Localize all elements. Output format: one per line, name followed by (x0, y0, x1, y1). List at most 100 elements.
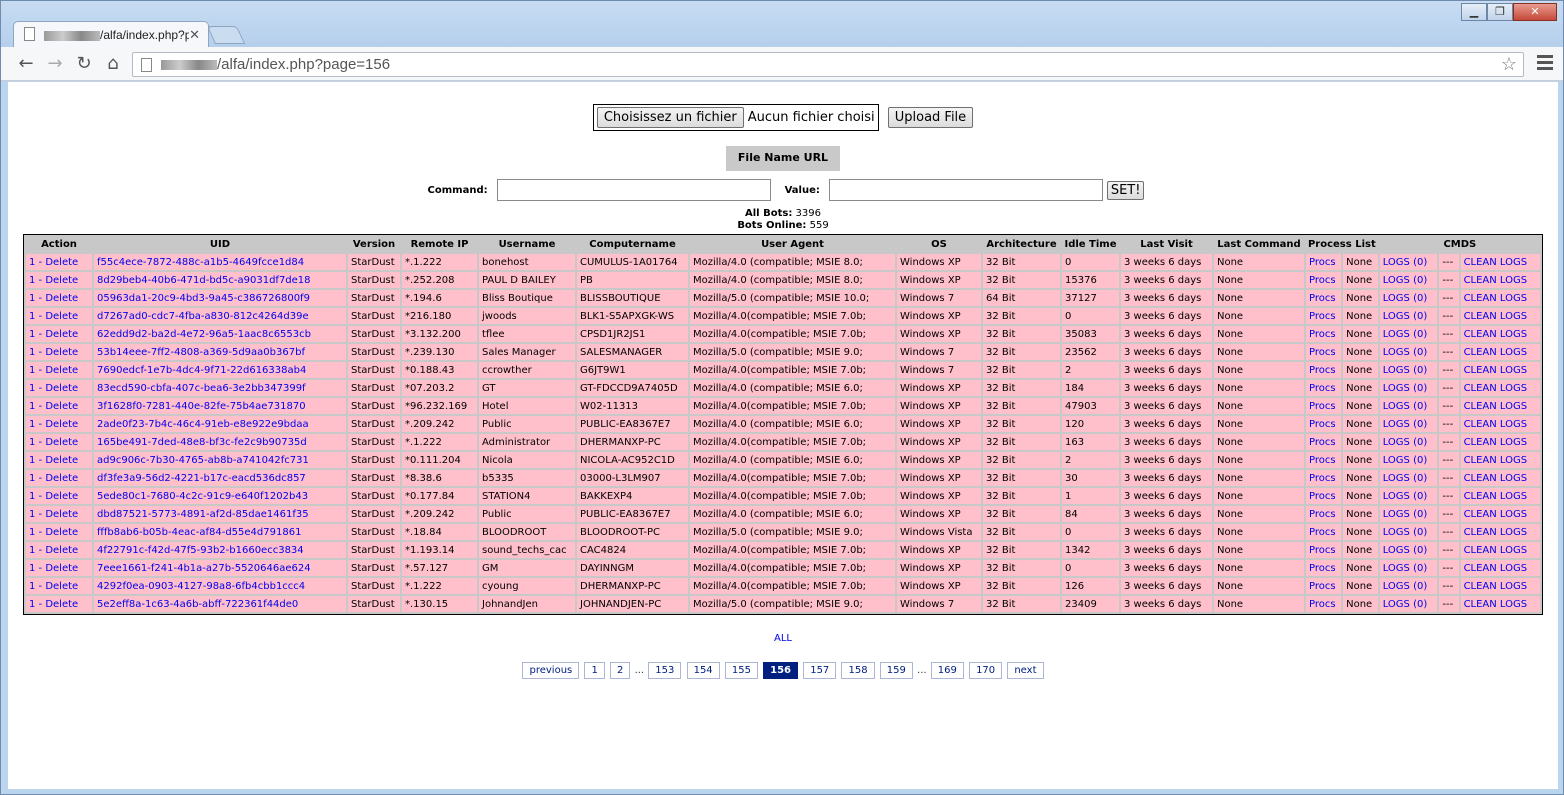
uid-link[interactable]: df3fe3a9-56d2-4221-b17c-eacd536dc857 (97, 473, 306, 484)
clean-logs-link[interactable]: CLEAN LOGS (1464, 365, 1528, 376)
delete-link[interactable]: 1 - Delete (29, 473, 78, 484)
procs-link[interactable]: Procs (1309, 257, 1336, 268)
choose-file-button[interactable]: Choisissez un fichier (596, 107, 744, 128)
logs-link[interactable]: LOGS (0) (1383, 437, 1428, 448)
logs-link[interactable]: LOGS (0) (1383, 509, 1428, 520)
uid-link[interactable]: 2ade0f23-7b4c-46c4-91eb-e8e922e9bdaa (97, 419, 309, 430)
logs-link[interactable]: LOGS (0) (1383, 383, 1428, 394)
logs-link[interactable]: LOGS (0) (1383, 491, 1428, 502)
clean-logs-link[interactable]: CLEAN LOGS (1464, 455, 1528, 466)
clean-logs-link[interactable]: CLEAN LOGS (1464, 599, 1528, 610)
close-window-button[interactable]: ✕ (1513, 3, 1557, 21)
procs-link[interactable]: Procs (1309, 383, 1336, 394)
procs-link[interactable]: Procs (1309, 437, 1336, 448)
delete-link[interactable]: 1 - Delete (29, 275, 78, 286)
page-link[interactable]: 155 (724, 662, 758, 679)
uid-link[interactable]: 4292f0ea-0903-4127-98a8-6fb4cbb1ccc4 (97, 581, 305, 592)
procs-link[interactable]: Procs (1309, 509, 1336, 520)
tab-close-icon[interactable]: ✕ (189, 27, 200, 43)
logs-link[interactable]: LOGS (0) (1383, 581, 1428, 592)
clean-logs-link[interactable]: CLEAN LOGS (1464, 401, 1528, 412)
delete-link[interactable]: 1 - Delete (29, 527, 78, 538)
logs-link[interactable]: LOGS (0) (1383, 563, 1428, 574)
bookmark-star-icon[interactable]: ☆ (1501, 54, 1517, 75)
clean-logs-link[interactable]: CLEAN LOGS (1464, 509, 1528, 520)
forward-icon[interactable]: → (44, 53, 66, 75)
delete-link[interactable]: 1 - Delete (29, 293, 78, 304)
back-icon[interactable]: ← (15, 53, 37, 75)
clean-logs-link[interactable]: CLEAN LOGS (1464, 491, 1528, 502)
delete-link[interactable]: 1 - Delete (29, 545, 78, 556)
upload-file-button[interactable]: Upload File (887, 107, 974, 128)
minimize-button[interactable]: ▁ (1461, 3, 1487, 21)
uid-link[interactable]: 7eee1661-f241-4b1a-a27b-5520646ae624 (97, 563, 311, 574)
clean-logs-link[interactable]: CLEAN LOGS (1464, 581, 1528, 592)
logs-link[interactable]: LOGS (0) (1383, 545, 1428, 556)
uid-link[interactable]: 05963da1-20c9-4bd3-9a45-c386726800f9 (97, 293, 310, 304)
logs-link[interactable]: LOGS (0) (1383, 275, 1428, 286)
clean-logs-link[interactable]: CLEAN LOGS (1464, 545, 1528, 556)
logs-link[interactable]: LOGS (0) (1383, 527, 1428, 538)
logs-link[interactable]: LOGS (0) (1383, 311, 1428, 322)
delete-link[interactable]: 1 - Delete (29, 491, 78, 502)
clean-logs-link[interactable]: CLEAN LOGS (1464, 347, 1528, 358)
logs-link[interactable]: LOGS (0) (1383, 401, 1428, 412)
previous-page-link[interactable]: previous (522, 662, 580, 679)
uid-link[interactable]: f55c4ece-7872-488c-a1b5-4649fcce1d84 (97, 257, 304, 268)
browser-tab[interactable]: /alfa/index.php?p ✕ (13, 21, 209, 48)
reload-icon[interactable]: ↻ (73, 53, 95, 75)
page-link[interactable]: 169 (930, 662, 964, 679)
uid-link[interactable]: 5ede80c1-7680-4c2c-91c9-e640f1202b43 (97, 491, 308, 502)
delete-link[interactable]: 1 - Delete (29, 563, 78, 574)
delete-link[interactable]: 1 - Delete (29, 581, 78, 592)
delete-link[interactable]: 1 - Delete (29, 347, 78, 358)
procs-link[interactable]: Procs (1309, 563, 1336, 574)
logs-link[interactable]: LOGS (0) (1383, 365, 1428, 376)
delete-link[interactable]: 1 - Delete (29, 311, 78, 322)
uid-link[interactable]: d7267ad0-cdc7-4fba-a830-812c4264d39e (97, 311, 309, 322)
clean-logs-link[interactable]: CLEAN LOGS (1464, 527, 1528, 538)
maximize-button[interactable]: ❐ (1487, 3, 1513, 21)
command-input[interactable] (497, 179, 772, 201)
procs-link[interactable]: Procs (1309, 545, 1336, 556)
procs-link[interactable]: Procs (1309, 527, 1336, 538)
new-tab-button[interactable] (206, 26, 246, 44)
next-page-link[interactable]: next (1007, 662, 1044, 679)
procs-link[interactable]: Procs (1309, 293, 1336, 304)
delete-link[interactable]: 1 - Delete (29, 509, 78, 520)
uid-link[interactable]: fffb8ab6-b05b-4eac-af84-d55e4d791861 (97, 527, 301, 538)
logs-link[interactable]: LOGS (0) (1383, 419, 1428, 430)
uid-link[interactable]: 8d29beb4-40b6-471d-bd5c-a9031df7de18 (97, 275, 311, 286)
uid-link[interactable]: dbd87521-5773-4891-af2d-85dae1461f35 (97, 509, 309, 520)
menu-icon[interactable] (1537, 55, 1553, 73)
logs-link[interactable]: LOGS (0) (1383, 347, 1428, 358)
clean-logs-link[interactable]: CLEAN LOGS (1464, 329, 1528, 340)
delete-link[interactable]: 1 - Delete (29, 455, 78, 466)
procs-link[interactable]: Procs (1309, 473, 1336, 484)
logs-link[interactable]: LOGS (0) (1383, 473, 1428, 484)
clean-logs-link[interactable]: CLEAN LOGS (1464, 311, 1528, 322)
page-link[interactable]: 2 (610, 662, 631, 679)
clean-logs-link[interactable]: CLEAN LOGS (1464, 383, 1528, 394)
delete-link[interactable]: 1 - Delete (29, 329, 78, 340)
delete-link[interactable]: 1 - Delete (29, 437, 78, 448)
uid-link[interactable]: 165be491-7ded-48e8-bf3c-fe2c9b90735d (97, 437, 307, 448)
procs-link[interactable]: Procs (1309, 491, 1336, 502)
procs-link[interactable]: Procs (1309, 329, 1336, 340)
address-bar[interactable]: /alfa/index.php?page=156 ☆ (132, 52, 1524, 77)
delete-link[interactable]: 1 - Delete (29, 599, 78, 610)
logs-link[interactable]: LOGS (0) (1383, 293, 1428, 304)
all-pages-link[interactable]: ALL (774, 633, 792, 644)
file-input[interactable]: Choisissez un fichier Aucun fichier chois… (592, 104, 879, 131)
uid-link[interactable]: 3f1628f0-7281-440e-82fe-75b4ae731870 (97, 401, 306, 412)
page-link[interactable]: 153 (648, 662, 682, 679)
clean-logs-link[interactable]: CLEAN LOGS (1464, 293, 1528, 304)
procs-link[interactable]: Procs (1309, 347, 1336, 358)
value-input[interactable] (829, 179, 1104, 201)
page-link[interactable]: 1 (584, 662, 605, 679)
procs-link[interactable]: Procs (1309, 311, 1336, 322)
clean-logs-link[interactable]: CLEAN LOGS (1464, 257, 1528, 268)
logs-link[interactable]: LOGS (0) (1383, 599, 1428, 610)
clean-logs-link[interactable]: CLEAN LOGS (1464, 437, 1528, 448)
uid-link[interactable]: 7690edcf-1e7b-4dc4-9f71-22d616338ab4 (97, 365, 306, 376)
